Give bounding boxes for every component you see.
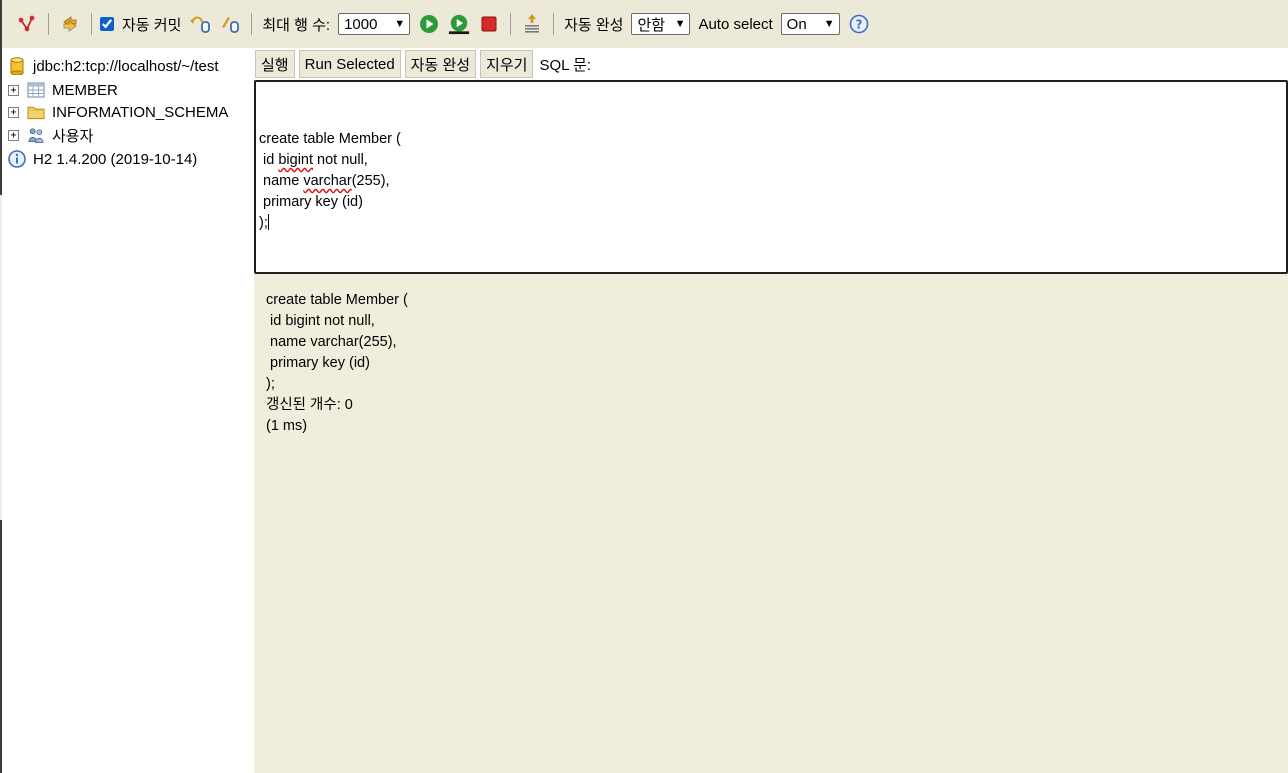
- editor-text: create table Member (: [259, 131, 401, 147]
- text-caret: [267, 214, 269, 230]
- disconnect-icon[interactable]: [16, 13, 38, 35]
- autocomplete-label: 자동 완성: [564, 16, 624, 34]
- clear-button[interactable]: 지우기: [480, 50, 534, 78]
- rollback-icon[interactable]: [189, 13, 211, 35]
- editor-text: );: [259, 215, 268, 231]
- toolbar-separator: [251, 13, 253, 35]
- toolbar-separator: [553, 13, 555, 35]
- autocomplete-value: 안함: [637, 16, 666, 34]
- editor-line: primary key (id): [259, 192, 1283, 213]
- autocomplete-select[interactable]: 안함 ▼: [631, 13, 691, 35]
- commit-icon[interactable]: [219, 13, 241, 35]
- misspelled-word: varchar: [303, 173, 352, 189]
- chevron-down-icon: ▼: [674, 18, 686, 30]
- sql-editor-content: create table Member ( id bigint not null…: [259, 129, 1283, 234]
- chevron-down-icon: ▼: [823, 18, 835, 30]
- tree-version: H2 1.4.200 (2019-10-14): [8, 148, 197, 170]
- run-icon[interactable]: [418, 13, 440, 35]
- toolbar-separator: [48, 13, 49, 35]
- editor-text: id: [259, 152, 279, 168]
- sql-action-bar: 실행 Run Selected 자동 완성 지우기 SQL 문:: [254, 48, 1288, 80]
- chevron-down-icon: ▼: [394, 18, 406, 30]
- connection-url: jdbc:h2:tcp://localhost/~/test: [33, 57, 219, 75]
- main-panel: 실행 Run Selected 자동 완성 지우기 SQL 문: create …: [254, 48, 1288, 773]
- expand-icon[interactable]: +: [8, 106, 19, 118]
- auto-select-label: Auto select: [698, 15, 773, 33]
- table-icon: [27, 81, 45, 99]
- folder-icon: [27, 103, 45, 121]
- tree-connection[interactable]: jdbc:h2:tcp://localhost/~/test: [8, 55, 219, 77]
- expand-icon[interactable]: +: [8, 84, 19, 96]
- refresh-icon[interactable]: [59, 13, 81, 35]
- tree-item-label: MEMBER: [52, 81, 118, 99]
- auto-select-value: On: [786, 15, 807, 33]
- editor-text: primary key (id): [259, 194, 363, 210]
- run-selected-icon[interactable]: [448, 13, 470, 35]
- help-icon[interactable]: ?: [848, 13, 870, 35]
- max-rows-select[interactable]: 1000 ▼: [338, 13, 411, 35]
- autocommit-label: 자동 커밋: [122, 16, 182, 34]
- editor-text: not null,: [313, 152, 368, 168]
- editor-line: id bigint not null,: [259, 150, 1283, 171]
- stop-icon[interactable]: [478, 13, 500, 35]
- editor-line: create table Member (: [259, 129, 1283, 150]
- resize-grip-icon[interactable]: [1274, 260, 1284, 270]
- editor-text: (255),: [351, 173, 390, 189]
- database-icon: [8, 57, 26, 75]
- autocommit-checkbox[interactable]: [100, 17, 114, 31]
- autocomplete-button[interactable]: 자동 완성: [404, 50, 477, 78]
- expand-icon[interactable]: +: [8, 129, 19, 141]
- toolbar-separator: [91, 13, 92, 35]
- svg-text:?: ?: [855, 18, 862, 32]
- toolbar-separator: [510, 13, 512, 35]
- toolbar: 자동 커밋 최대 행 수: 1000 ▼ 자동 완성 안함 ▼ Auto sel…: [2, 0, 1288, 48]
- tree-item-information-schema[interactable]: + INFORMATION_SCHEMA: [8, 101, 228, 123]
- result-output: create table Member ( id bigint not null…: [266, 292, 408, 434]
- max-rows-value: 1000: [344, 15, 378, 33]
- schema-tree: jdbc:h2:tcp://localhost/~/test + MEMBER …: [2, 48, 254, 773]
- run-selected-button[interactable]: Run Selected: [298, 50, 401, 78]
- sql-statement-label: SQL 문:: [539, 56, 592, 74]
- history-icon[interactable]: [521, 13, 543, 35]
- auto-select-select[interactable]: On ▼: [780, 13, 840, 35]
- tree-item-label: 사용자: [52, 127, 94, 145]
- sql-editor[interactable]: create table Member ( id bigint not null…: [254, 80, 1288, 274]
- editor-line: name varchar(255),: [259, 171, 1283, 192]
- tree-item-member[interactable]: + MEMBER: [8, 79, 118, 101]
- tree-item-users[interactable]: + 사용자: [8, 124, 93, 146]
- run-button[interactable]: 실행: [255, 50, 295, 78]
- version-label: H2 1.4.200 (2019-10-14): [33, 150, 198, 168]
- misspelled-word: bigint: [278, 152, 314, 168]
- info-icon: [8, 150, 26, 168]
- editor-text: name: [259, 173, 304, 189]
- max-rows-label: 최대 행 수:: [262, 16, 331, 34]
- tree-item-label: INFORMATION_SCHEMA: [52, 103, 229, 121]
- users-icon: [27, 126, 45, 144]
- editor-line: );: [259, 213, 1283, 234]
